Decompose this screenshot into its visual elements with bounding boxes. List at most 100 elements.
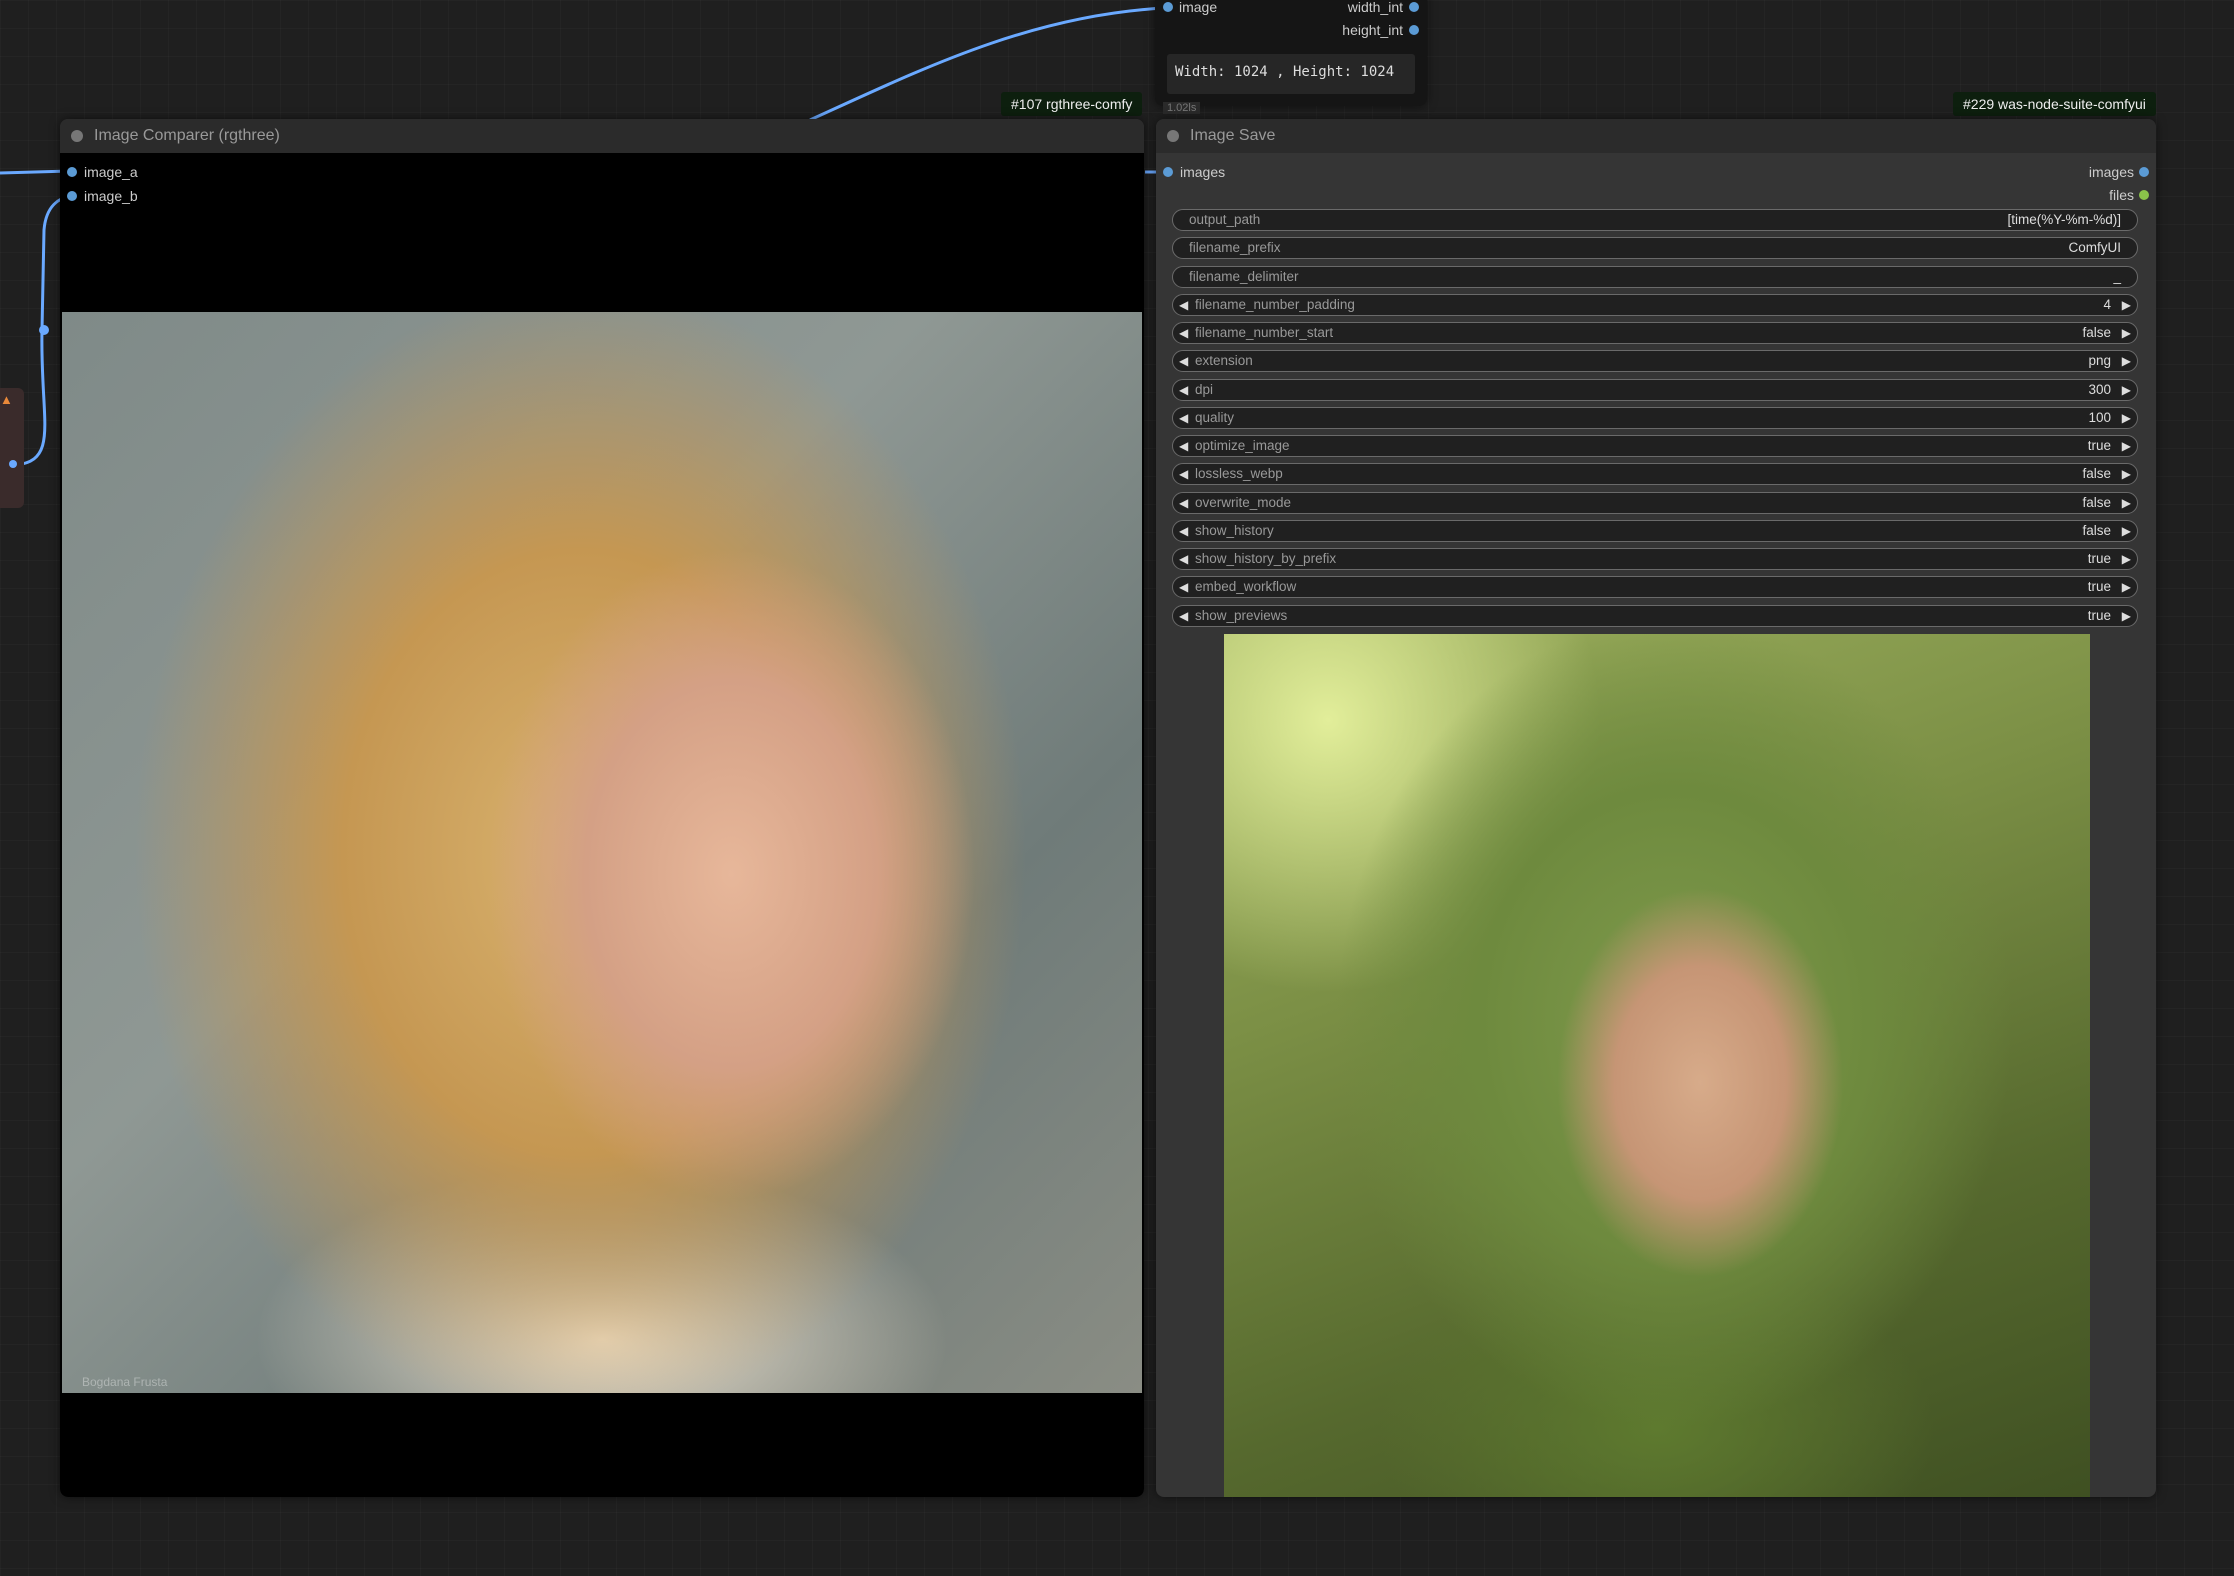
widget-show-previews[interactable]: ◀ ▶ show_previews true: [1172, 604, 2138, 627]
output-label-height: height_int: [1342, 22, 1403, 38]
widget-value: false: [2082, 466, 2111, 482]
image-save-node[interactable]: Image Save images images files output_pa…: [1156, 119, 2156, 1497]
decrement-arrow-icon[interactable]: ◀: [1179, 521, 1188, 541]
decrement-arrow-icon[interactable]: ◀: [1179, 380, 1188, 400]
image-comparer-node[interactable]: Image Comparer (rgthree) image_a image_b…: [60, 119, 1144, 1497]
widget-dpi[interactable]: ◀ ▶ dpi 300: [1172, 378, 2138, 401]
widget-output-path[interactable]: output_path [time(%Y-%m-%d)]: [1172, 209, 2138, 231]
increment-arrow-icon[interactable]: ▶: [2122, 493, 2131, 513]
input-label-image-b: image_b: [84, 188, 138, 204]
widget-embed-workflow[interactable]: ◀ ▶ embed_workflow true: [1172, 576, 2138, 599]
widget-label: filename_prefix: [1189, 240, 1281, 256]
comparer-image[interactable]: Bogdana Frusta: [62, 312, 1142, 1393]
widget-label: output_path: [1189, 212, 1261, 227]
widget-label: filename_number_padding: [1195, 296, 1355, 312]
save-node-title[interactable]: Image Save: [1156, 119, 2156, 153]
decrement-arrow-icon[interactable]: ◀: [1179, 464, 1188, 484]
increment-arrow-icon[interactable]: ▶: [2122, 549, 2131, 569]
timing-label: 1.02ls: [1163, 102, 1201, 114]
widget-overwrite-mode[interactable]: ◀ ▶ overwrite_mode false: [1172, 491, 2138, 514]
image-size-node[interactable]: image width_int height_int Width: 1024 ,…: [1155, 0, 1427, 106]
decrement-arrow-icon[interactable]: ◀: [1179, 295, 1188, 315]
widget-label: show_previews: [1195, 607, 1288, 623]
increment-arrow-icon[interactable]: ▶: [2122, 521, 2131, 541]
widget-filename-delimiter[interactable]: filename_delimiter _: [1172, 265, 2138, 288]
widget-value: 100: [2088, 409, 2111, 425]
increment-arrow-icon[interactable]: ▶: [2122, 606, 2131, 626]
left-node-output-dot[interactable]: [9, 460, 17, 468]
comparer-node-title[interactable]: Image Comparer (rgthree): [60, 119, 1144, 153]
increment-arrow-icon[interactable]: ▶: [2122, 295, 2131, 315]
comparer-title-text: Image Comparer (rgthree): [94, 127, 280, 144]
input-label-images: images: [1180, 164, 1226, 180]
widget-filename-number-start[interactable]: ◀ ▶ filename_number_start false: [1172, 322, 2138, 344]
widget-label: show_history_by_prefix: [1195, 551, 1337, 566]
widget-value: true: [2087, 551, 2111, 566]
widget-lossless-webp[interactable]: ◀ ▶ lossless_webp false: [1172, 463, 2138, 486]
input-label-image-a: image_a: [84, 164, 138, 180]
increment-arrow-icon[interactable]: ▶: [2122, 380, 2131, 400]
widget-value: png: [2088, 353, 2111, 369]
output-label-images: images: [2088, 164, 2134, 180]
save-preview-image[interactable]: [1224, 634, 2090, 1497]
widget-label: quality: [1195, 409, 1235, 425]
increment-arrow-icon[interactable]: ▶: [2122, 351, 2131, 371]
decrement-arrow-icon[interactable]: ◀: [1179, 436, 1188, 456]
widget-value: 300: [2088, 381, 2111, 397]
widget-show-history-by-prefix[interactable]: ◀ ▶ show_history_by_prefix true: [1172, 548, 2138, 570]
decrement-arrow-icon[interactable]: ◀: [1179, 493, 1188, 513]
input-label-image: image: [1179, 0, 1218, 15]
widget-value: false: [2082, 494, 2111, 510]
widget-label: filename_delimiter: [1189, 268, 1299, 284]
increment-arrow-icon[interactable]: ▶: [2122, 577, 2131, 597]
decrement-arrow-icon[interactable]: ◀: [1179, 323, 1188, 343]
save-title-text: Image Save: [1190, 127, 1276, 144]
widget-value: true: [2087, 579, 2111, 595]
input-dot-images[interactable]: [1163, 167, 1173, 177]
widget-value: true: [2087, 607, 2111, 623]
increment-arrow-icon[interactable]: ▶: [2122, 464, 2131, 484]
output-dot-height[interactable]: [1409, 25, 1419, 35]
collapse-dot[interactable]: [1167, 130, 1179, 142]
widget-filename-number-padding[interactable]: ◀ ▶ filename_number_padding 4: [1172, 293, 2138, 316]
output-dot-images[interactable]: [2139, 167, 2149, 177]
left-partial-node[interactable]: ▲: [0, 388, 24, 508]
input-dot-image-a[interactable]: [67, 167, 77, 177]
fox-icon: ▲: [0, 392, 13, 407]
output-label-files: files: [2109, 187, 2134, 203]
increment-arrow-icon[interactable]: ▶: [2122, 436, 2131, 456]
increment-arrow-icon[interactable]: ▶: [2122, 323, 2131, 343]
widget-value: 4: [2103, 296, 2111, 312]
comparer-node-badge: #107 rgthree-comfy: [1001, 92, 1143, 116]
widget-value: [time(%Y-%m-%d)]: [2007, 212, 2121, 227]
widget-label: embed_workflow: [1195, 579, 1297, 595]
watermark-text: Bogdana Frusta: [82, 1375, 168, 1389]
widget-label: lossless_webp: [1195, 466, 1283, 482]
decrement-arrow-icon[interactable]: ◀: [1179, 577, 1188, 597]
widget-value: false: [2082, 522, 2111, 538]
widget-label: optimize_image: [1195, 438, 1290, 453]
decrement-arrow-icon[interactable]: ◀: [1179, 408, 1188, 428]
decrement-arrow-icon[interactable]: ◀: [1179, 606, 1188, 626]
collapse-dot[interactable]: [71, 130, 83, 142]
widget-label: overwrite_mode: [1195, 494, 1292, 510]
widget-quality[interactable]: ◀ ▶ quality 100: [1172, 406, 2138, 429]
widget-filename-prefix[interactable]: filename_prefix ComfyUI: [1172, 237, 2138, 260]
size-display: Width: 1024 , Height: 1024: [1167, 54, 1415, 94]
widget-value: ComfyUI: [2068, 240, 2121, 256]
widget-label: filename_number_start: [1195, 325, 1334, 340]
input-dot-image[interactable]: [1163, 2, 1173, 12]
size-display-text: Width: 1024 , Height: 1024: [1175, 64, 1395, 80]
widget-value: false: [2082, 325, 2111, 340]
decrement-arrow-icon[interactable]: ◀: [1179, 549, 1188, 569]
widget-show-history[interactable]: ◀ ▶ show_history false: [1172, 519, 2138, 542]
widget-optimize-image[interactable]: ◀ ▶ optimize_image true: [1172, 435, 2138, 457]
input-dot-image-b[interactable]: [67, 191, 77, 201]
widget-label: show_history: [1195, 522, 1274, 538]
widget-extension[interactable]: ◀ ▶ extension png: [1172, 350, 2138, 373]
output-dot-files[interactable]: [2139, 190, 2149, 200]
decrement-arrow-icon[interactable]: ◀: [1179, 351, 1188, 371]
widget-label: dpi: [1195, 381, 1214, 397]
increment-arrow-icon[interactable]: ▶: [2122, 408, 2131, 428]
output-dot-width[interactable]: [1409, 2, 1419, 12]
